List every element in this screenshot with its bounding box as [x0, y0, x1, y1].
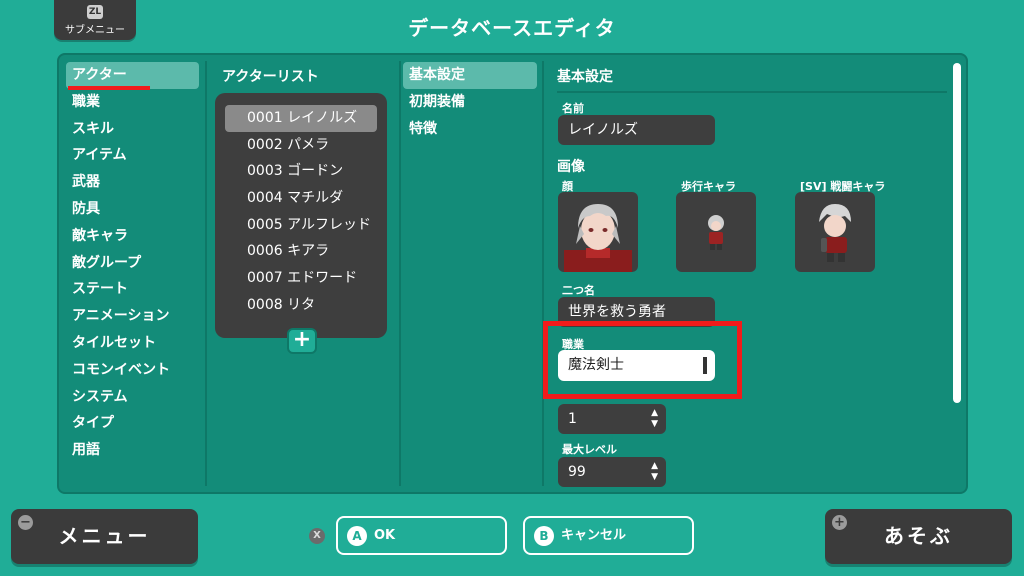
initial-level-value: 1	[568, 411, 577, 427]
ok-button[interactable]: A OK	[336, 516, 507, 555]
walk-sprite-icon	[708, 215, 724, 250]
menu-item-class[interactable]: 職業	[66, 89, 199, 116]
menu-item-actor[interactable]: アクター	[66, 62, 199, 89]
menu-button[interactable]: − メニュー	[11, 509, 198, 564]
page-title: データベースエディタ	[408, 16, 616, 40]
max-level-label: 最大レベル	[562, 443, 617, 456]
plus-button-icon: +	[832, 515, 847, 530]
face-portrait-icon	[564, 204, 632, 272]
menu-item-terms[interactable]: 用語	[66, 437, 199, 464]
name-label: 名前	[562, 102, 584, 115]
up-down-arrows-icon[interactable]: ▲ ▼	[651, 408, 658, 430]
initial-level-stepper[interactable]: 1 ▲ ▼	[558, 404, 666, 434]
minus-button-icon: −	[18, 515, 33, 530]
menu-button-label: メニュー	[58, 524, 151, 548]
divider	[557, 91, 947, 93]
tab-traits[interactable]: 特徴	[403, 116, 537, 143]
menu-item-type[interactable]: タイプ	[66, 410, 199, 437]
list-item[interactable]: 0003 ゴードン	[225, 158, 377, 185]
tab-basic-settings[interactable]: 基本設定	[403, 62, 537, 89]
column-divider	[542, 61, 544, 486]
up-down-arrows-icon[interactable]: ▲ ▼	[651, 461, 658, 483]
tab-initial-equipment[interactable]: 初期装備	[403, 89, 537, 116]
list-item[interactable]: 0004 マチルダ	[225, 185, 377, 212]
actor-list: 0001 レイノルズ 0002 パメラ 0003 ゴードン 0004 マチルダ …	[215, 93, 387, 338]
menu-item-common-event[interactable]: コモンイベント	[66, 357, 199, 384]
detail-title: 基本設定	[557, 69, 613, 85]
menu-item-system[interactable]: システム	[66, 384, 199, 411]
menu-item-armor[interactable]: 防具	[66, 196, 199, 223]
b-button-icon: B	[534, 526, 554, 546]
nickname-label: 二つ名	[562, 284, 595, 297]
column-divider	[205, 61, 207, 486]
scrollbar[interactable]	[953, 63, 961, 403]
highlight-frame	[543, 321, 742, 399]
sv-battler-image[interactable]	[795, 192, 875, 272]
sv-battler-icon	[819, 204, 851, 262]
play-button-label: あそぶ	[884, 524, 953, 548]
settings-tabs: 基本設定 初期装備 特徴	[403, 62, 537, 142]
menu-item-enemy[interactable]: 敵キャラ	[66, 223, 199, 250]
menu-item-weapon[interactable]: 武器	[66, 169, 199, 196]
menu-item-item[interactable]: アイテム	[66, 142, 199, 169]
cancel-button-label: キャンセル	[561, 528, 627, 543]
max-level-value: 99	[568, 464, 586, 480]
menu-item-animation[interactable]: アニメーション	[66, 303, 199, 330]
x-button-icon: X	[309, 528, 325, 544]
selection-underline	[68, 86, 150, 90]
ok-button-label: OK	[374, 528, 396, 543]
play-button[interactable]: + あそぶ	[825, 509, 1012, 564]
list-item[interactable]: 0002 パメラ	[225, 132, 377, 159]
max-level-stepper[interactable]: 99 ▲ ▼	[558, 457, 666, 487]
cancel-button[interactable]: B キャンセル	[523, 516, 694, 555]
list-item[interactable]: 0001 レイノルズ	[225, 105, 377, 132]
list-item[interactable]: 0008 リタ	[225, 292, 377, 319]
menu-item-troop[interactable]: 敵グループ	[66, 250, 199, 277]
name-field[interactable]: レイノルズ	[558, 115, 715, 145]
category-menu: アクター 職業 スキル アイテム 武器 防具 敵キャラ 敵グループ ステート ア…	[66, 62, 199, 464]
a-button-icon: A	[347, 526, 367, 546]
face-image[interactable]	[558, 192, 638, 272]
list-item[interactable]: 0005 アルフレッド	[225, 212, 377, 239]
column-divider	[399, 61, 401, 486]
image-section-label: 画像	[557, 159, 585, 175]
menu-item-state[interactable]: ステート	[66, 276, 199, 303]
walk-sprite-image[interactable]	[676, 192, 756, 272]
add-actor-button[interactable]: +	[287, 328, 317, 354]
menu-item-tileset[interactable]: タイルセット	[66, 330, 199, 357]
list-item[interactable]: 0007 エドワード	[225, 265, 377, 292]
actor-list-header: アクターリスト	[222, 69, 319, 85]
list-item[interactable]: 0006 キアラ	[225, 238, 377, 265]
menu-item-skill[interactable]: スキル	[66, 116, 199, 143]
